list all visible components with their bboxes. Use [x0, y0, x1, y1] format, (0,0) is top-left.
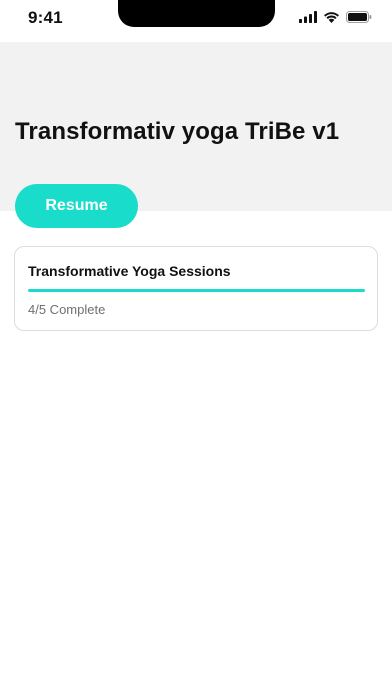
- progress-bar: [28, 289, 365, 292]
- progress-status-text: 4/5 Complete: [28, 302, 106, 317]
- course-card[interactable]: Transformative Yoga Sessions 4/5 Complet…: [14, 246, 378, 331]
- status-bar: 9:41: [0, 0, 392, 42]
- course-title: Transformative Yoga Sessions: [28, 263, 231, 279]
- battery-icon: [346, 11, 372, 23]
- status-icons: [299, 11, 372, 23]
- status-time: 9:41: [28, 8, 63, 27]
- wifi-icon: [323, 11, 340, 23]
- page-title: Transformativ yoga TriBe v1: [15, 118, 340, 145]
- app-screen: 9:41 Transformativ yoga TriBe v1 Resume …: [0, 0, 392, 696]
- progress-bar-fill: [28, 289, 365, 292]
- cellular-signal-icon: [299, 11, 317, 23]
- resume-button[interactable]: Resume: [15, 184, 138, 228]
- device-notch: [118, 0, 275, 27]
